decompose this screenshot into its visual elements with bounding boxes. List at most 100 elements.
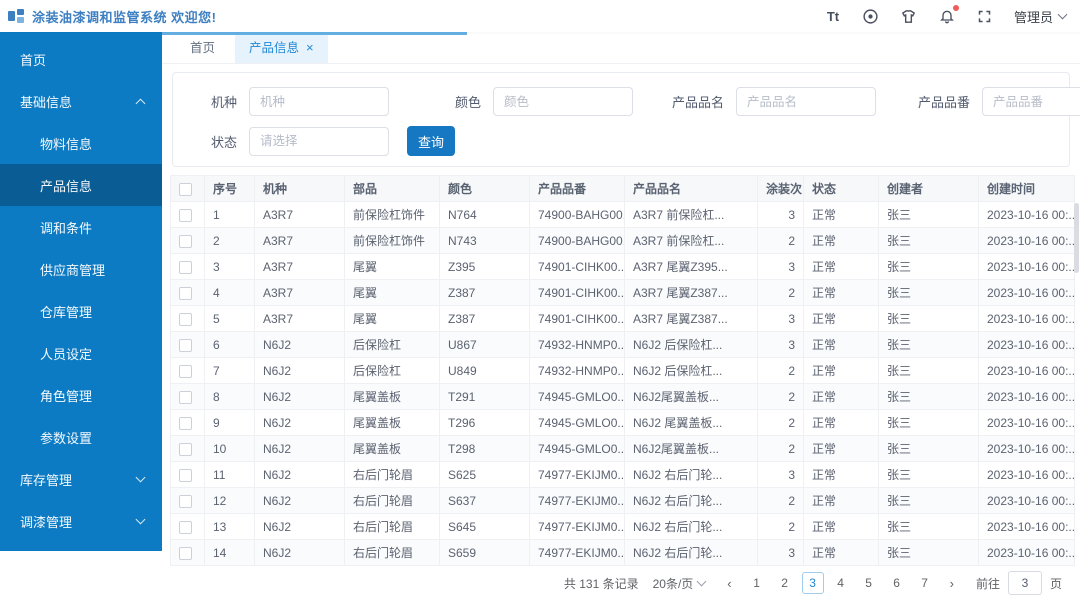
color-label: 颜色	[454, 95, 481, 110]
row-checkbox[interactable]	[179, 468, 192, 482]
filter-model: 机种	[179, 87, 389, 116]
tab-product-info[interactable]: 产品信息 ×	[235, 32, 328, 63]
row-checkbox[interactable]	[179, 494, 192, 508]
tab-bar: 首页 产品信息 ×	[162, 32, 1080, 64]
prev-page-button[interactable]: ‹	[721, 576, 737, 591]
row-checkbox[interactable]	[179, 338, 192, 352]
row-checkbox[interactable]	[179, 546, 192, 560]
table-scrollbar[interactable]	[1074, 203, 1079, 273]
sidebar-item-首页[interactable]: 首页	[0, 38, 162, 80]
next-page-button[interactable]: ›	[944, 576, 960, 591]
product-name-input[interactable]	[736, 87, 876, 116]
cell: 张三	[878, 253, 979, 280]
sidebar-item-产品信息[interactable]: 产品信息	[0, 164, 162, 206]
chevron-down-icon	[696, 576, 707, 587]
sidebar-item-调漆管理[interactable]: 调漆管理	[0, 500, 162, 542]
cell: 74900-BAHG00...	[529, 227, 625, 254]
cell: 2023-10-16 00:...	[978, 513, 1075, 540]
cell: A3R7	[254, 305, 345, 332]
row-checkbox[interactable]	[179, 286, 192, 300]
cell: A3R7 尾翼Z387...	[624, 279, 758, 306]
column-header-产品品名: 产品品名	[624, 175, 758, 202]
table-row: 4 A3R7 尾翼 Z387 74901-CIHK00... A3R7 尾翼Z387...…	[170, 279, 1075, 306]
table-row: 13 N6J2 右后门轮眉 S645 74977-EKIJM0... N6J2 右后门轮.…	[170, 513, 1075, 540]
page-button-4[interactable]: 4	[830, 572, 852, 594]
cell: T291	[439, 383, 530, 410]
page-button-5[interactable]: 5	[858, 572, 880, 594]
cell: 2	[757, 357, 804, 384]
tab-close-icon[interactable]: ×	[306, 41, 314, 54]
row-checkbox[interactable]	[179, 416, 192, 430]
sidebar-item-库存管理[interactable]: 库存管理	[0, 458, 162, 500]
cell: 11	[204, 461, 255, 488]
select-all-checkbox[interactable]	[179, 182, 192, 196]
cell: 正常	[803, 201, 879, 228]
table-row: 5 A3R7 尾翼 Z387 74901-CIHK00... A3R7 尾翼Z387...…	[170, 305, 1075, 332]
row-checkbox[interactable]	[179, 442, 192, 456]
cell: S645	[439, 513, 530, 540]
sidebar-item-物料信息[interactable]: 物料信息	[0, 122, 162, 164]
row-checkbox[interactable]	[179, 208, 192, 222]
user-menu[interactable]: 管理员	[1014, 7, 1068, 26]
row-checkbox-cell	[170, 201, 205, 228]
model-input[interactable]	[249, 87, 389, 116]
row-checkbox[interactable]	[179, 364, 192, 378]
sidebar-item-基础信息[interactable]: 基础信息	[0, 80, 162, 122]
search-button[interactable]: 查询	[407, 126, 455, 156]
font-size-icon[interactable]: Tt	[824, 7, 842, 25]
tab-label: 首页	[190, 40, 216, 55]
cell: 74977-EKIJM0...	[529, 539, 625, 566]
notification-icon[interactable]	[938, 5, 959, 25]
sidebar-item-角色管理[interactable]: 角色管理	[0, 374, 162, 416]
tab-home[interactable]: 首页	[176, 35, 229, 61]
filter-row-2: 状态 查询	[179, 126, 1053, 156]
cell: A3R7 前保险杠...	[624, 201, 758, 228]
cell: 2	[204, 227, 255, 254]
page-size-select[interactable]: 20条/页	[653, 575, 707, 592]
table-header-row: 序号 机种 部品 颜色 产品品番 产品品名 涂装次 状态 创建者 创建时间	[170, 175, 1075, 202]
page-button-7[interactable]: 7	[914, 572, 936, 594]
row-checkbox[interactable]	[179, 234, 192, 248]
cell: 10	[204, 435, 255, 462]
sidebar-item-人员设定[interactable]: 人员设定	[0, 332, 162, 374]
fullscreen-icon[interactable]	[976, 7, 994, 25]
cell: 正常	[803, 253, 879, 280]
page-button-6[interactable]: 6	[886, 572, 908, 594]
sidebar-item-label: 参数设置	[40, 430, 93, 446]
page-button-2[interactable]: 2	[774, 572, 796, 594]
page-button-3[interactable]: 3	[801, 572, 824, 594]
cell: 前保险杠饰件	[344, 227, 440, 254]
sidebar-item-供应商管理[interactable]: 供应商管理	[0, 248, 162, 290]
cell: S637	[439, 487, 530, 514]
cell: N6J2	[254, 539, 345, 566]
theme-icon[interactable]	[900, 7, 918, 25]
sidebar: 首页 基础信息 物料信息 产品信息 调和条件 供应商管理 仓库管理 人员设定角色管理参数设置库…	[0, 32, 162, 551]
row-checkbox[interactable]	[179, 312, 192, 326]
color-input[interactable]	[493, 87, 633, 116]
goto-page-input[interactable]	[1007, 571, 1042, 595]
sidebar-item-label: 库存管理	[20, 472, 73, 488]
sidebar-item-参数设置[interactable]: 参数设置	[0, 416, 162, 458]
row-checkbox-cell	[170, 357, 205, 384]
sidebar-item-label: 角色管理	[40, 388, 93, 404]
row-checkbox[interactable]	[179, 390, 192, 404]
row-checkbox-cell	[170, 383, 205, 410]
cell: 张三	[878, 383, 979, 410]
cell: 张三	[878, 357, 979, 384]
row-checkbox[interactable]	[179, 260, 192, 274]
cell: 尾翼	[344, 305, 440, 332]
help-icon[interactable]	[862, 7, 880, 25]
status-select[interactable]	[249, 126, 389, 156]
cell: 2	[757, 227, 804, 254]
cell: 2	[757, 487, 804, 514]
sidebar-item-仓库管理[interactable]: 仓库管理	[0, 290, 162, 332]
sidebar-item-调和条件[interactable]: 调和条件	[0, 206, 162, 248]
cell: 2023-10-16 00:...	[978, 435, 1075, 462]
table-row: 2 A3R7 前保险杠饰件 N743 74900-BAHG00... A3R7 前保险杠.…	[170, 227, 1075, 254]
product-no-input[interactable]	[982, 87, 1080, 116]
cell: 3	[757, 539, 804, 566]
page-button-1[interactable]: 1	[746, 572, 768, 594]
row-checkbox[interactable]	[179, 520, 192, 534]
cell: A3R7	[254, 201, 345, 228]
cell: N6J2	[254, 331, 345, 358]
